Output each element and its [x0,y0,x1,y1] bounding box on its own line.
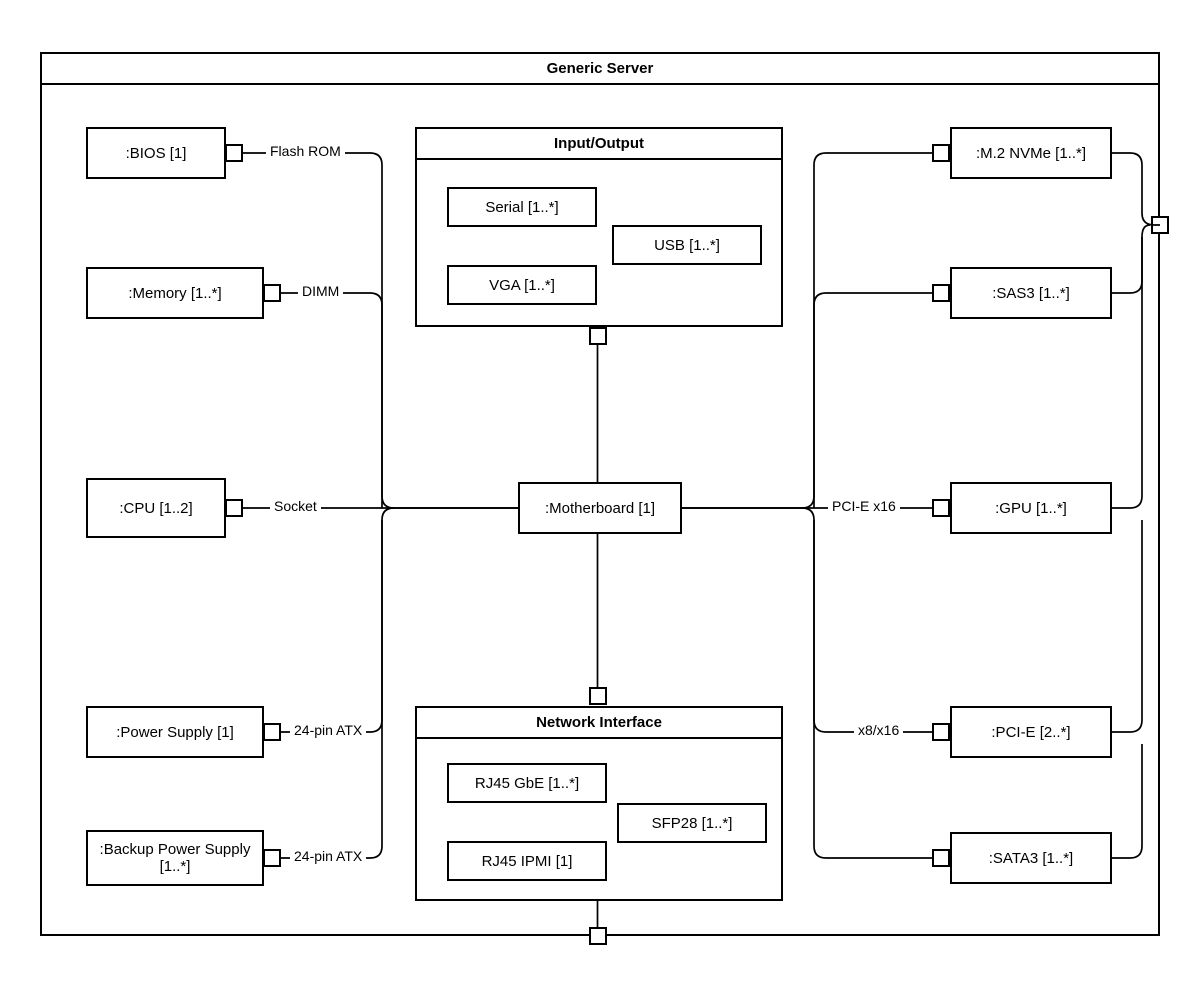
group-net-title: Network Interface [417,708,781,739]
io-vga: VGA [1..*] [447,265,597,305]
port-bios [225,144,243,162]
edge-label-dimm: DIMM [298,283,343,299]
group-network-interface: Network Interface RJ45 GbE [1..*] SFP28 … [415,706,783,901]
net-rj45-ipmi: RJ45 IPMI [1] [447,841,607,881]
net-sfp28: SFP28 [1..*] [617,803,767,843]
node-backup-power-supply: :Backup Power Supply [1..*] [86,830,264,886]
frame-title: Generic Server [42,54,1158,85]
node-power-supply: :Power Supply [1] [86,706,264,758]
node-gpu: :GPU [1..*] [950,482,1112,534]
port-sata3 [932,849,950,867]
port-cpu [225,499,243,517]
port-backup-power-supply [263,849,281,867]
node-sas3: :SAS3 [1..*] [950,267,1112,319]
edge-label-atx-2: 24-pin ATX [290,848,366,864]
port-m2-nvme [932,144,950,162]
node-m2-nvme: :M.2 NVMe [1..*] [950,127,1112,179]
node-memory: :Memory [1..*] [86,267,264,319]
node-bios: :BIOS [1] [86,127,226,179]
io-usb: USB [1..*] [612,225,762,265]
edge-label-flash-rom: Flash ROM [266,143,345,159]
port-sas3 [932,284,950,302]
port-power-supply [263,723,281,741]
port-motherboard-bottom [589,687,607,705]
node-motherboard: :Motherboard [1] [518,482,682,534]
port-io-bottom [589,327,607,345]
port-memory [263,284,281,302]
node-pcie: :PCI-E [2..*] [950,706,1112,758]
net-rj45-gbe: RJ45 GbE [1..*] [447,763,607,803]
port-net-bottom [589,927,607,945]
port-pcie [932,723,950,741]
io-serial: Serial [1..*] [447,187,597,227]
port-gpu [932,499,950,517]
group-io-title: Input/Output [417,129,781,160]
edge-label-pcie-x16: PCI-E x16 [828,498,900,514]
group-input-output: Input/Output Serial [1..*] USB [1..*] VG… [415,127,783,327]
port-frame-right [1151,216,1169,234]
node-cpu: :CPU [1..2] [86,478,226,538]
node-sata3: :SATA3 [1..*] [950,832,1112,884]
edge-label-atx-1: 24-pin ATX [290,722,366,738]
edge-label-x8x16: x8/x16 [854,722,903,738]
edge-label-socket: Socket [270,498,321,514]
